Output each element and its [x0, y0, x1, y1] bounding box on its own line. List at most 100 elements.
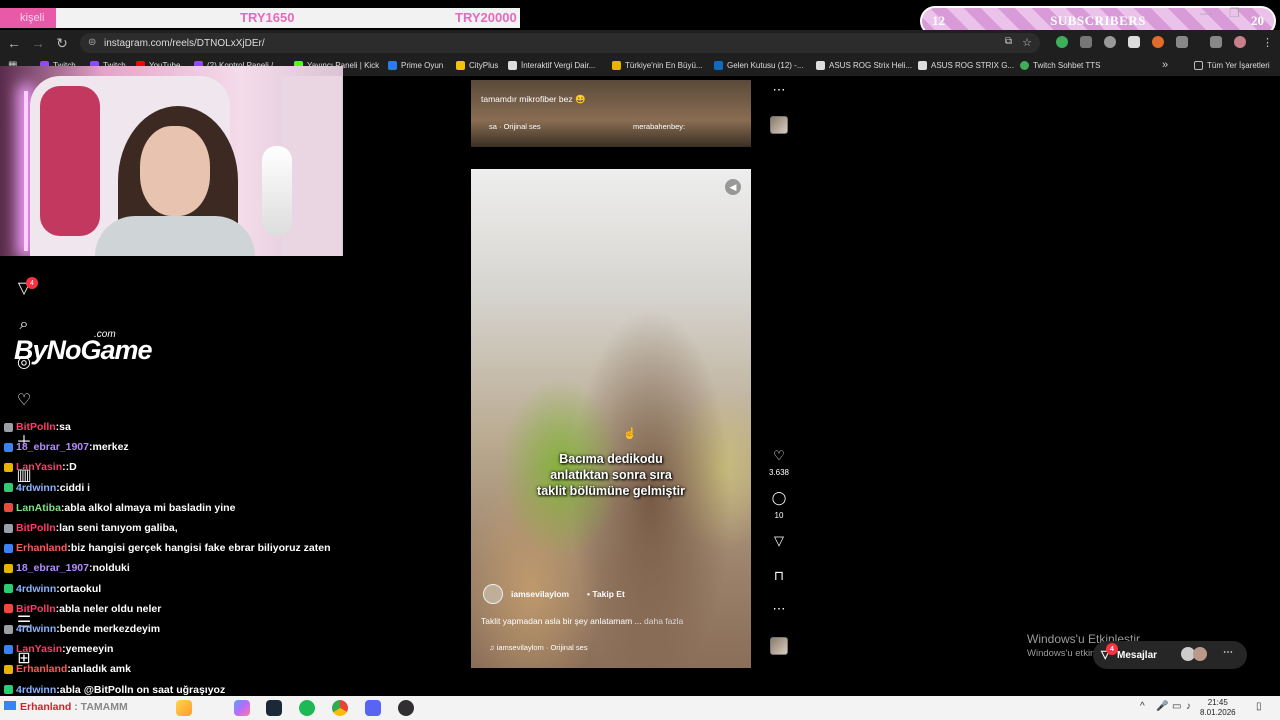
chat-text: abla @BitPolln on saat uğraşıyoz [59, 683, 226, 696]
chat-username: 4rdwinn [16, 683, 57, 696]
bookmark-turkiye[interactable]: Türkiye'nin En Büyü... [612, 61, 703, 70]
address-bar[interactable]: ⊜ instagram.com/reels/DTNOLxXjDEr/ ☆ ⧉ [80, 33, 1040, 53]
reel-audio-thumb[interactable] [770, 637, 788, 655]
copilot-sparkle-icon[interactable] [176, 700, 192, 716]
extensions-puzzle-icon[interactable] [1176, 36, 1188, 48]
subs-current: 12 [932, 13, 945, 28]
chat-text: nolduki [92, 562, 130, 575]
chat-username: 4rdwinn [16, 582, 57, 595]
microphone-tray-icon[interactable]: 🎤 [1156, 701, 1168, 712]
taskbar-chat-user: Erhanland [20, 701, 72, 713]
tts-icon [1020, 61, 1029, 70]
overlay-line: anlatıktan sonra sıra [550, 468, 672, 482]
menu-icon[interactable]: ⋮ [1262, 36, 1273, 49]
volume-tray-icon[interactable]: ♪ [1186, 701, 1191, 712]
bookmark-cityplus[interactable]: CityPlus [456, 61, 498, 70]
bookmark-prime-oyun[interactable]: Prime Oyun [388, 61, 443, 70]
messages-more-icon[interactable]: ⋯ [1223, 647, 1233, 658]
system-clock[interactable]: 21:45 8.01.2026 [1200, 698, 1236, 718]
author-username[interactable]: iamsevilaylom [511, 589, 569, 599]
logo-text: ByNoGame [14, 335, 153, 365]
streamer-face [140, 126, 210, 216]
reel-more-icon[interactable]: ⋯ [770, 601, 788, 617]
bookmark-asus-2[interactable]: ASUS ROG STRIX G... [918, 61, 1014, 70]
chrome-icon[interactable] [332, 700, 348, 716]
discord-icon[interactable] [365, 700, 381, 716]
bookmark-asus-1[interactable]: ASUS ROG Strix Heli... [816, 61, 912, 70]
site-info-icon[interactable]: ⊜ [88, 37, 96, 48]
comment-icon[interactable]: ◯ [770, 490, 788, 506]
reel-audio-link[interactable]: ♫ iamsevilaylom · Orijinal ses [489, 643, 588, 652]
profile-avatar[interactable] [1234, 36, 1246, 48]
extension-globe-icon[interactable] [1104, 36, 1116, 48]
extension-shield-icon[interactable] [1080, 36, 1092, 48]
messages-badge: 4 [1106, 643, 1118, 655]
goal-target: TRY20000 [455, 10, 517, 25]
bookmark-label: Twitch Sohbet TTS [1033, 61, 1101, 70]
all-bookmarks[interactable]: Tüm Yer İşaretleri [1194, 61, 1270, 70]
chat-text: bende merkezdeyim [59, 623, 161, 635]
microphone [262, 146, 292, 236]
chat-message: 18_ebrar_1907 : nolduki [4, 559, 130, 577]
messages-button[interactable]: ▽ 4 Mesajlar ⋯ [1093, 641, 1247, 669]
copilot-icon[interactable] [234, 700, 250, 716]
notification-center-icon[interactable]: ▯ [1256, 701, 1262, 712]
more-bookmarks-icon[interactable]: » [1162, 59, 1168, 71]
like-icon[interactable]: ♡ [770, 448, 788, 464]
notification-badge: 4 [26, 277, 38, 289]
install-icon[interactable]: ⧉ [1005, 36, 1012, 47]
chat-badge-icon [4, 442, 13, 452]
network-icon[interactable]: ▭ [1172, 701, 1181, 712]
overlay-line: Bacıma dedikodu [559, 452, 663, 466]
follow-button[interactable]: • Takip Et [587, 589, 625, 599]
reel-prev-audio-thumb[interactable] [770, 116, 788, 134]
chat-badge-icon [4, 422, 13, 432]
reel-video[interactable]: ◀ Bacıma dedikodu anlatıktan sonra sıra … [471, 169, 751, 668]
taskbar-chat-text: : TAMAMM [74, 701, 128, 713]
obs-icon[interactable] [398, 700, 414, 716]
chat-text: abla alkol almaya mi basladin yine [64, 501, 236, 514]
bookmark-gelen-kutusu[interactable]: Gelen Kutusu (12) -... [714, 61, 803, 70]
reading-list-icon[interactable] [1210, 36, 1222, 48]
chat-badge-icon [4, 523, 13, 533]
gib-icon [508, 61, 517, 70]
extension-vpn-icon[interactable] [1056, 36, 1068, 48]
more-link[interactable]: daha fazla [644, 616, 683, 626]
chat-text: sa [59, 421, 71, 433]
bookmark-star-icon[interactable]: ☆ [1022, 36, 1032, 49]
reel-overlay-text: Bacıma dedikodu anlatıktan sonra sıra ta… [471, 451, 751, 499]
extension-orange-icon[interactable] [1152, 36, 1164, 48]
chat-username: Erhanland [16, 663, 68, 676]
taskbar-chat-overlay: Erhanland : TAMAMM [4, 701, 128, 713]
reel-previous[interactable]: tamamdır mikrofiber bez 😄 sa · Orijinal … [471, 80, 751, 147]
back-icon[interactable]: ← [2, 35, 26, 51]
reel-prev-more-icon[interactable]: ⋯ [770, 82, 788, 98]
author-avatar[interactable] [483, 584, 503, 604]
bookmark-label: ASUS ROG STRIX G... [931, 61, 1015, 70]
steam-icon[interactable] [266, 700, 282, 716]
chat-badge-icon [4, 543, 13, 553]
minimize-icon[interactable]: — [1200, 6, 1212, 20]
bookmark-tts[interactable]: Twitch Sohbet TTS [1020, 61, 1100, 70]
chat-message: Erhanland : biz hangisi gerçek hangisi f… [4, 539, 331, 557]
spotify-icon[interactable] [299, 700, 315, 716]
forward-icon[interactable]: → [26, 35, 50, 51]
save-icon[interactable]: ⊓ [770, 568, 788, 584]
chat-message: 4rdwinn : ortaokul [4, 580, 101, 598]
volume-icon[interactable]: ◀ [725, 179, 741, 195]
extension-diamond-icon[interactable] [1128, 36, 1140, 48]
tray-chevron-icon[interactable]: ^ [1140, 701, 1145, 712]
mouse-cursor: ☝ [623, 428, 637, 440]
reel-prev-audio[interactable]: sa · Orijinal ses [489, 122, 541, 131]
maximize-icon[interactable]: ❐ [1229, 6, 1240, 20]
bookmark-label: Gelen Kutusu (12) -... [727, 61, 804, 70]
url-text: instagram.com/reels/DTNOLxXjDEr/ [104, 37, 265, 49]
clock-time: 21:45 [1207, 698, 1228, 707]
reel-prev-caption: tamamdır mikrofiber bez 😄 [481, 94, 586, 104]
chat-message: BitPolln : lan seni tanıyom galiba, [4, 519, 178, 537]
chat-username: BitPolln [16, 421, 56, 433]
reload-icon[interactable]: ↻ [50, 35, 74, 52]
bookmark-vergi[interactable]: İnteraktif Vergi Dair... [508, 61, 595, 70]
bookmark-label: Türkiye'nin En Büyü... [625, 61, 703, 70]
share-icon[interactable]: ▽ [770, 533, 788, 549]
